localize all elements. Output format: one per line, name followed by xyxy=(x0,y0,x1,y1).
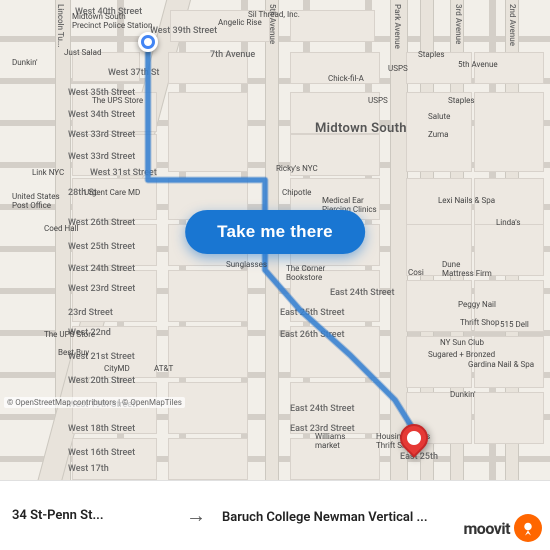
street-label: West 25th Street xyxy=(68,242,135,252)
place-label: Chipotle xyxy=(282,188,311,197)
place-label: Salute xyxy=(428,112,450,121)
street-label: East 24th Street xyxy=(290,404,354,414)
place-label: Coed Hall xyxy=(44,224,78,233)
street-label: West 17th xyxy=(68,464,109,474)
block xyxy=(290,10,375,42)
place-label: Sunglasses xyxy=(226,260,267,269)
place-label: Ricky's NYC xyxy=(276,164,318,173)
ave-label: 2nd Avenue xyxy=(508,4,517,46)
moovit-icon xyxy=(514,514,542,542)
place-label: NY Sun Club xyxy=(440,338,484,347)
place-label: Gardina Nail & Spa xyxy=(468,360,534,369)
place-label: Just Salad xyxy=(64,48,101,57)
direction-arrow: → xyxy=(170,503,222,528)
street-label: West 33rd Street xyxy=(68,152,135,162)
place-label: Sugared + Bronzed xyxy=(428,350,495,359)
block xyxy=(168,326,248,378)
street-label: West 39th Street xyxy=(150,26,217,36)
block xyxy=(474,92,544,172)
street-label: West 18th Street xyxy=(68,424,135,434)
place-label: Staples xyxy=(448,96,475,105)
place-label: Urgent Care MD xyxy=(84,188,140,197)
place-label: DuneMattress Firm xyxy=(442,260,492,278)
place-label: The CornerBookstore xyxy=(286,264,325,282)
block xyxy=(168,92,248,172)
street-label: West 31st Street xyxy=(90,168,157,178)
place-label: Williamsmarket xyxy=(315,432,345,450)
place-label: Thrift Shop xyxy=(460,318,499,327)
origin-marker xyxy=(138,32,158,52)
block xyxy=(168,438,248,480)
place-label: Angelic Rise xyxy=(218,18,262,27)
place-label: Dunkin' xyxy=(450,390,476,399)
place-label: AT&T xyxy=(154,364,173,373)
street-label: West 23rd Street xyxy=(68,284,135,294)
place-label: Linda's xyxy=(496,218,521,227)
place-label: The UPS Store xyxy=(44,330,95,339)
block xyxy=(474,392,544,444)
place-label: Sil Thread, Inc. xyxy=(248,10,300,19)
place-label: Cosi xyxy=(408,268,424,277)
place-label: Link NYC xyxy=(32,168,64,177)
origin-section: 34 St-Penn St... xyxy=(12,508,170,523)
place-label: Midtown SouthPrecinct Police Station xyxy=(72,12,152,30)
place-label: 5th Avenue xyxy=(458,60,498,69)
map-attribution: © OpenStreetMap contributors | © OpenMap… xyxy=(4,397,185,408)
street-label: East 24th Street xyxy=(330,288,394,298)
origin-name: 34 St-Penn St... xyxy=(12,508,170,523)
destination-marker xyxy=(400,424,428,460)
place-label: Zuma xyxy=(428,130,449,139)
moovit-text: moovit xyxy=(463,519,510,538)
area-label: Midtown South xyxy=(315,121,407,136)
ave-label: Park Avenue xyxy=(393,4,402,49)
ave-label: Lincoln Tu... xyxy=(56,4,65,48)
destination-pin xyxy=(394,418,434,458)
street-label: West 24th Street xyxy=(68,264,135,274)
place-label: CityMD xyxy=(104,364,130,373)
place-label: The UPS Store xyxy=(92,96,143,105)
ave-label: 3rd Avenue xyxy=(454,4,463,44)
take-me-there-button[interactable]: Take me there xyxy=(185,210,365,254)
block xyxy=(72,178,157,220)
place-label: Best Buy xyxy=(58,348,89,357)
place-label: United StatesPost Office xyxy=(12,192,60,210)
street-label: 23rd Street xyxy=(68,308,113,318)
street-label: West 20th Street xyxy=(68,376,135,386)
street-label: East 25th Street xyxy=(280,308,344,318)
block xyxy=(168,382,248,434)
street-label: West 34th Street xyxy=(68,110,135,120)
map-view[interactable]: West 40th Street West 39th Street 7th Av… xyxy=(0,0,550,480)
place-label: Peggy Nail xyxy=(458,300,496,309)
place-label: 515 Dell xyxy=(500,320,529,329)
street-label: East 26th Street xyxy=(280,330,344,340)
place-label: USPS xyxy=(388,64,408,73)
street-label: West 37th St xyxy=(108,68,159,78)
place-label: USPS xyxy=(368,96,388,105)
place-label: Lexi Nails & Spa xyxy=(438,196,495,205)
street-label: West 16th Street xyxy=(68,448,135,458)
block xyxy=(168,270,248,322)
street-label: West 33rd Street xyxy=(68,130,135,140)
bottom-bar: 34 St-Penn St... → Baruch College Newman… xyxy=(0,480,550,550)
place-label: Staples xyxy=(418,50,445,59)
place-label: Dunkin' xyxy=(12,58,38,67)
moovit-logo: moovit xyxy=(463,514,542,542)
destination-name: Baruch College Newman Vertical ... xyxy=(222,510,428,525)
place-label: Chick-fil-A xyxy=(328,74,364,83)
street-label: 7th Avenue xyxy=(210,50,255,60)
